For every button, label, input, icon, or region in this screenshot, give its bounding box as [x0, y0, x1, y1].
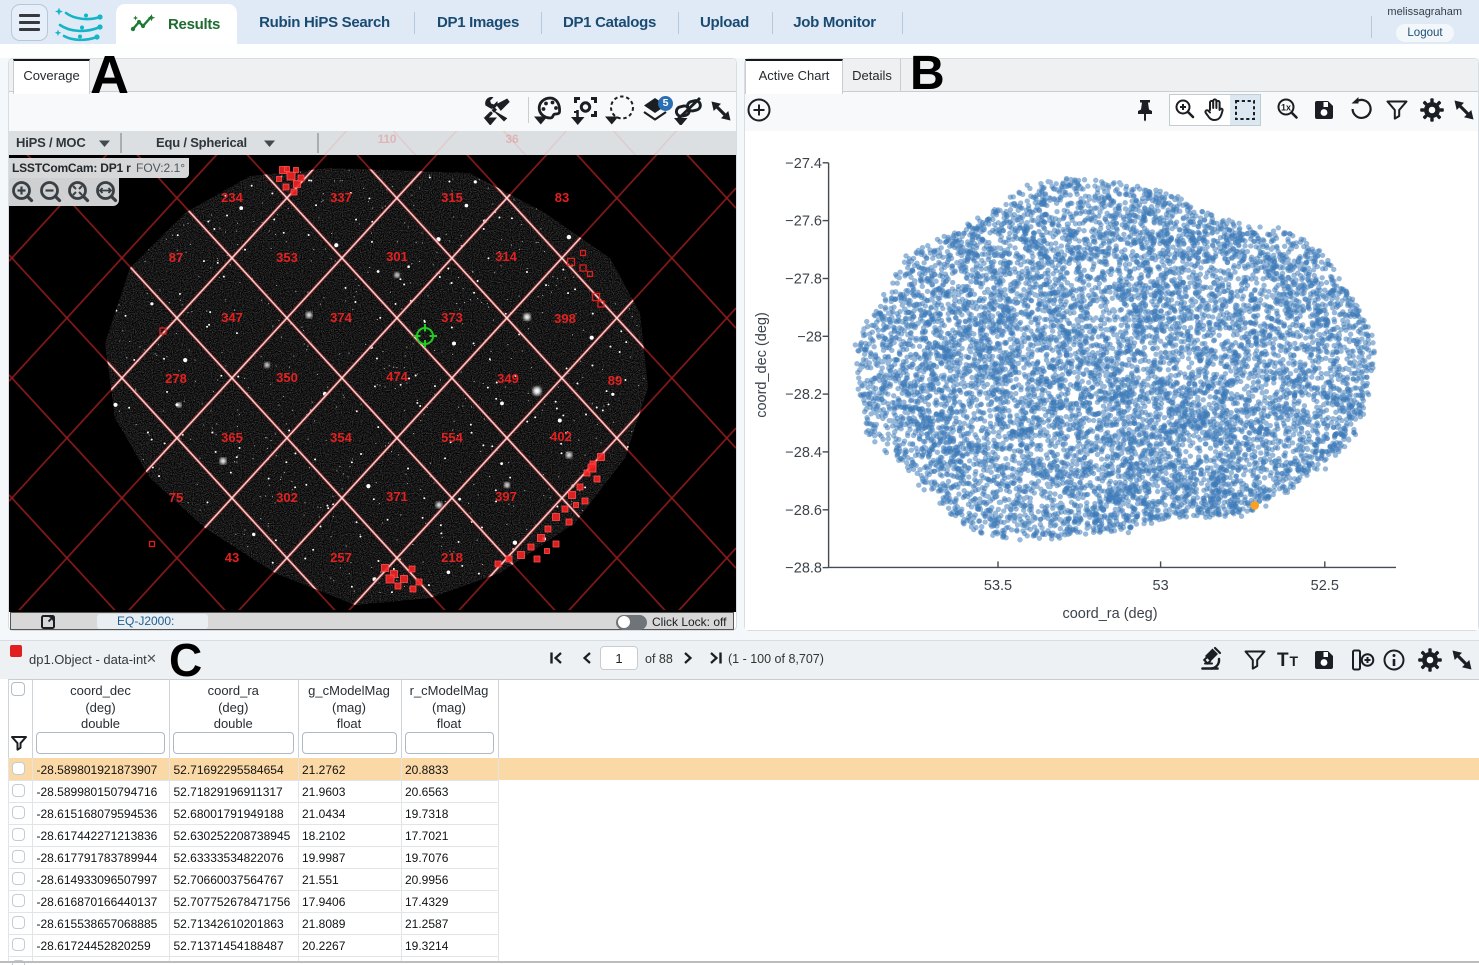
svg-text:53: 53 [1153, 578, 1169, 594]
svg-text:278: 278 [165, 371, 187, 386]
svg-text:337: 337 [330, 190, 352, 205]
svg-text:302: 302 [276, 490, 298, 505]
svg-text:373: 373 [441, 310, 463, 325]
svg-text:52.5: 52.5 [1311, 578, 1339, 594]
svg-text:257: 257 [330, 550, 352, 565]
svg-text:−28: −28 [797, 329, 822, 345]
svg-text:−27.6: −27.6 [785, 214, 822, 230]
svg-text:coord_dec (deg): coord_dec (deg) [754, 312, 770, 418]
svg-text:110: 110 [378, 132, 397, 146]
svg-text:−28.6: −28.6 [785, 503, 822, 519]
svg-text:234: 234 [221, 190, 243, 205]
svg-text:75: 75 [169, 490, 183, 505]
svg-text:350: 350 [276, 370, 298, 385]
svg-text:T: T [1277, 650, 1289, 671]
svg-text:218: 218 [441, 550, 463, 565]
svg-text:coord_ra (deg): coord_ra (deg) [1062, 606, 1157, 622]
svg-text:402: 402 [550, 429, 572, 444]
svg-text:397: 397 [495, 489, 517, 504]
svg-text:−28.8: −28.8 [785, 561, 822, 577]
svg-text:371: 371 [386, 489, 408, 504]
svg-text:−28.4: −28.4 [785, 445, 822, 461]
svg-text:53.5: 53.5 [984, 578, 1012, 594]
svg-text:−27.8: −27.8 [785, 272, 822, 288]
svg-text:398: 398 [554, 311, 576, 326]
svg-text:354: 354 [330, 430, 352, 445]
svg-text:374: 374 [330, 310, 352, 325]
svg-text:89: 89 [608, 373, 622, 388]
svg-text:353: 353 [276, 250, 298, 265]
svg-text:314: 314 [495, 249, 517, 264]
svg-text:1x: 1x [1281, 103, 1291, 113]
svg-text:301: 301 [386, 249, 408, 264]
svg-text:315: 315 [441, 190, 463, 205]
svg-text:43: 43 [225, 550, 239, 565]
svg-text:349: 349 [497, 371, 519, 386]
svg-text:554: 554 [441, 430, 463, 445]
svg-text:83: 83 [555, 190, 569, 205]
svg-text:474: 474 [386, 369, 408, 384]
svg-text:T: T [1290, 653, 1299, 669]
svg-text:347: 347 [221, 310, 243, 325]
svg-text:−27.4: −27.4 [785, 156, 822, 172]
svg-text:−28.2: −28.2 [785, 387, 822, 403]
svg-text:87: 87 [169, 250, 183, 265]
svg-text:36: 36 [506, 132, 519, 146]
svg-text:365: 365 [221, 430, 243, 445]
